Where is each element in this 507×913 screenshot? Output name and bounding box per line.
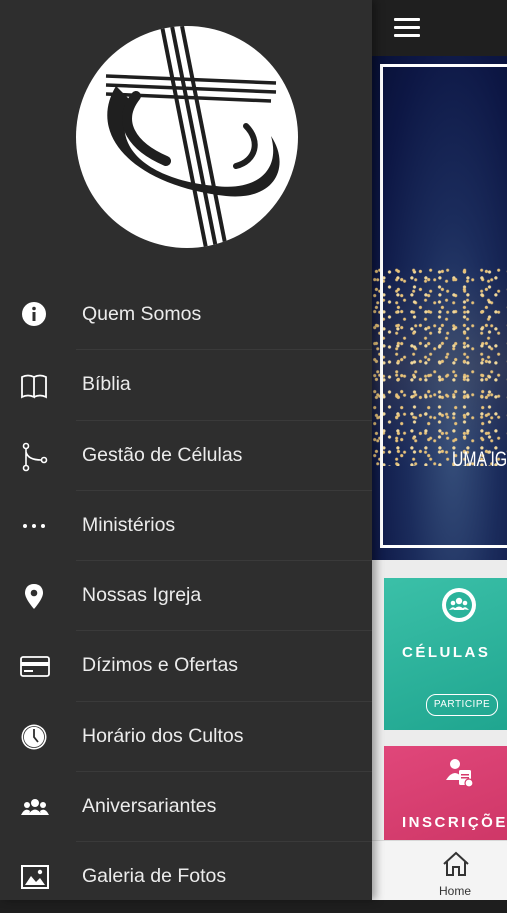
menu-item-quem-somos[interactable]: Quem Somos xyxy=(0,280,372,351)
bottom-navigation: Home xyxy=(372,840,507,900)
menu-item-label: Galeria de Fotos xyxy=(82,865,227,888)
location-pin-icon xyxy=(20,582,50,610)
menu-item-horario-cultos[interactable]: Horário dos Cultos xyxy=(0,702,372,773)
card-title: INSCRIÇÕE xyxy=(402,814,507,831)
participate-button[interactable]: PARTICIPE xyxy=(426,694,498,716)
people-icon xyxy=(20,793,50,821)
menu-item-label: Nossas Igreja xyxy=(82,584,202,607)
home-tab-label[interactable]: Home xyxy=(439,884,471,898)
menu-item-ministerios[interactable]: Ministérios xyxy=(0,491,372,562)
cells-card[interactable]: CÉLULAS PARTICIPE xyxy=(384,578,507,730)
home-icon[interactable] xyxy=(442,851,470,877)
more-dots-icon xyxy=(20,512,50,540)
open-book-icon xyxy=(20,371,50,399)
branch-icon xyxy=(20,442,50,471)
clipboard-person-icon xyxy=(442,756,476,790)
navigation-drawer: Quem Somos Bíblia Gestão de Células Mini… xyxy=(0,0,372,900)
menu-item-aniversariantes[interactable]: Aniversariantes xyxy=(0,772,372,843)
menu-item-label: Aniversariantes xyxy=(82,795,217,818)
menu-item-label: Quem Somos xyxy=(82,303,202,325)
menu-item-dizimos-ofertas[interactable]: Dízimos e Ofertas xyxy=(0,631,372,702)
menu-item-gestao-celulas[interactable]: Gestão de Células xyxy=(0,421,372,491)
clock-icon xyxy=(20,723,50,751)
info-circle-icon xyxy=(20,301,50,329)
people-group-icon xyxy=(442,588,476,622)
menu-item-biblia[interactable]: Bíblia xyxy=(0,350,372,421)
menu-item-label: Horário dos Cultos xyxy=(82,724,244,747)
top-app-bar xyxy=(372,0,507,56)
card-title: CÉLULAS xyxy=(402,644,491,661)
menu-item-label: Gestão de Células xyxy=(82,443,243,466)
menu-item-galeria-fotos[interactable]: Galeria de Fotos xyxy=(0,842,372,912)
drawer-menu: Quem Somos Bíblia Gestão de Células Mini… xyxy=(0,280,372,913)
banner-frame xyxy=(380,64,507,548)
banner-headline: UMA IG xyxy=(452,448,507,471)
home-screen: UMA IG CÉLULAS PARTICIPE INSCRIÇÕE Home xyxy=(372,0,507,900)
menu-item-nossas-igreja[interactable]: Nossas Igreja xyxy=(0,561,372,632)
menu-item-label: Dízimos e Ofertas xyxy=(82,654,239,677)
church-cross-logo xyxy=(76,26,298,248)
credit-card-icon xyxy=(20,652,50,680)
photo-gallery-icon xyxy=(20,863,50,891)
menu-item-label: Bíblia xyxy=(82,373,131,396)
hero-banner[interactable]: UMA IG xyxy=(372,56,507,560)
hamburger-menu-icon[interactable] xyxy=(394,18,420,38)
menu-item-label: Ministérios xyxy=(82,513,176,536)
